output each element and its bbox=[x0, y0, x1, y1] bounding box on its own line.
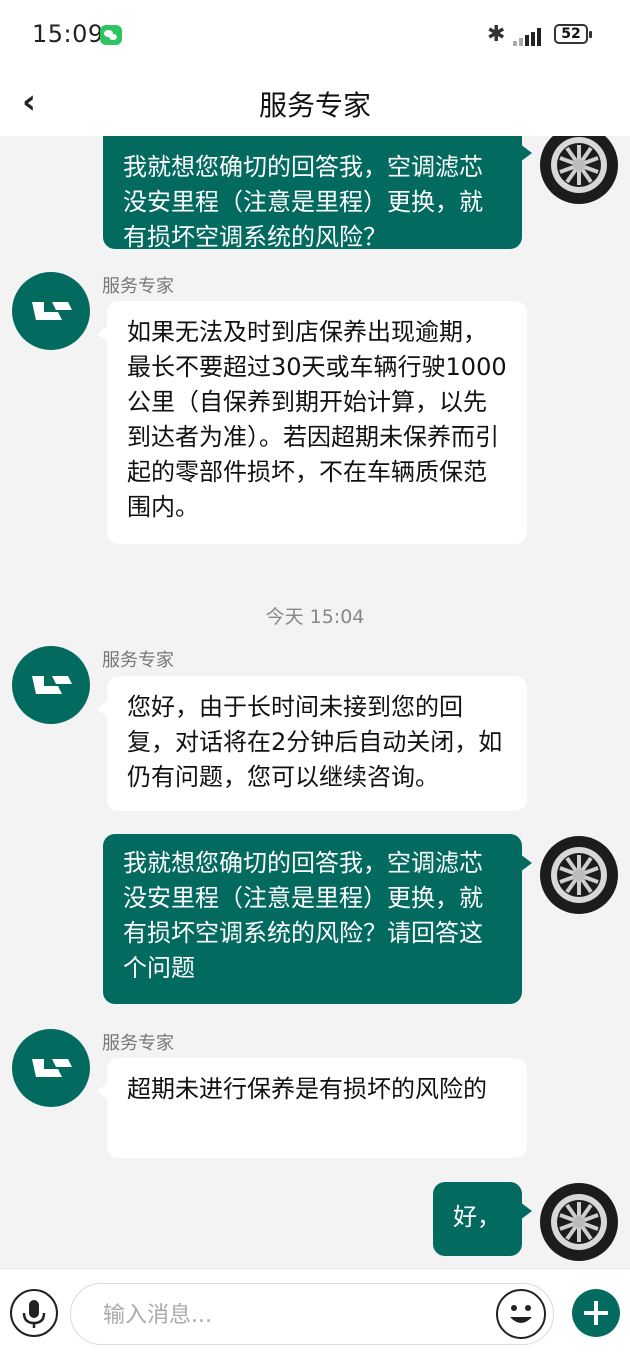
agent-avatar[interactable] bbox=[12, 272, 90, 350]
status-bar: 15:09 ✱ 52 bbox=[0, 0, 630, 72]
message-text: 您好，由于长时间未接到您的回复，对话将在2分钟后自动关闭，如仍有问题，您可以继续… bbox=[127, 693, 503, 791]
agent-avatar[interactable] bbox=[12, 1029, 90, 1107]
message-text: 如果无法及时到店保养出现逾期，最长不要超过30天或车辆行驶1000公里（自保养到… bbox=[127, 318, 507, 521]
brand-logo-icon bbox=[32, 1059, 72, 1077]
sender-name: 服务专家 bbox=[102, 1033, 174, 1054]
sender-name: 服务专家 bbox=[102, 276, 174, 297]
message-text: 好， bbox=[453, 1203, 501, 1231]
message-input[interactable] bbox=[101, 1298, 485, 1332]
user-avatar[interactable] bbox=[540, 1183, 618, 1261]
message-text: 我就想您确切的回答我，空调滤芯没安里程（注意是里程）更换，就有损坏空调系统的风险… bbox=[123, 153, 483, 251]
agent-message[interactable]: 超期未进行保养是有损坏的风险的 bbox=[97, 1058, 527, 1158]
sender-name: 服务专家 bbox=[102, 650, 174, 671]
user-message[interactable]: 我就想您确切的回答我，空调滤芯没安里程（注意是里程）更换，就有损坏空调系统的风险… bbox=[103, 136, 532, 251]
message-text: 我就想您确切的回答我，空调滤芯没安里程（注意是里程）更换，就有损坏空调系统的风险… bbox=[123, 849, 483, 982]
timestamp: 今天 15:04 bbox=[265, 606, 365, 628]
user-avatar[interactable] bbox=[540, 836, 618, 914]
wechat-notification-icon bbox=[100, 25, 122, 45]
user-message[interactable]: 好， bbox=[433, 1182, 532, 1256]
bluetooth-icon: ✱ bbox=[487, 22, 506, 47]
agent-message[interactable]: 如果无法及时到店保养出现逾期，最长不要超过30天或车辆行驶1000公里（自保养到… bbox=[97, 301, 527, 544]
battery-icon: 52 bbox=[554, 24, 592, 44]
chat-list[interactable]: 我就想您确切的回答我，空调滤芯没安里程（注意是里程）更换，就有损坏空调系统的风险… bbox=[0, 136, 630, 1268]
status-time: 15:09 bbox=[32, 20, 104, 48]
microphone-icon[interactable] bbox=[10, 1289, 58, 1337]
agent-avatar[interactable] bbox=[12, 646, 90, 724]
brand-logo-icon bbox=[32, 302, 72, 320]
emoji-icon[interactable] bbox=[496, 1289, 546, 1339]
wheel-icon bbox=[551, 847, 607, 903]
message-text: 超期未进行保养是有损坏的风险的 bbox=[127, 1075, 487, 1103]
agent-message[interactable]: 您好，由于长时间未接到您的回复，对话将在2分钟后自动关闭，如仍有问题，您可以继续… bbox=[97, 676, 527, 811]
signal-icon bbox=[513, 26, 547, 46]
wheel-icon bbox=[551, 137, 607, 193]
user-message[interactable]: 我就想您确切的回答我，空调滤芯没安里程（注意是里程）更换，就有损坏空调系统的风险… bbox=[103, 834, 532, 1004]
user-avatar[interactable] bbox=[540, 136, 618, 204]
brand-logo-icon bbox=[32, 676, 72, 694]
message-input-field[interactable] bbox=[70, 1283, 554, 1345]
input-bar bbox=[0, 1268, 630, 1361]
top-nav: ‹ 服务专家 bbox=[0, 72, 630, 136]
wheel-icon bbox=[551, 1194, 607, 1250]
page-title: 服务专家 bbox=[258, 89, 371, 122]
plus-icon[interactable] bbox=[572, 1289, 620, 1337]
